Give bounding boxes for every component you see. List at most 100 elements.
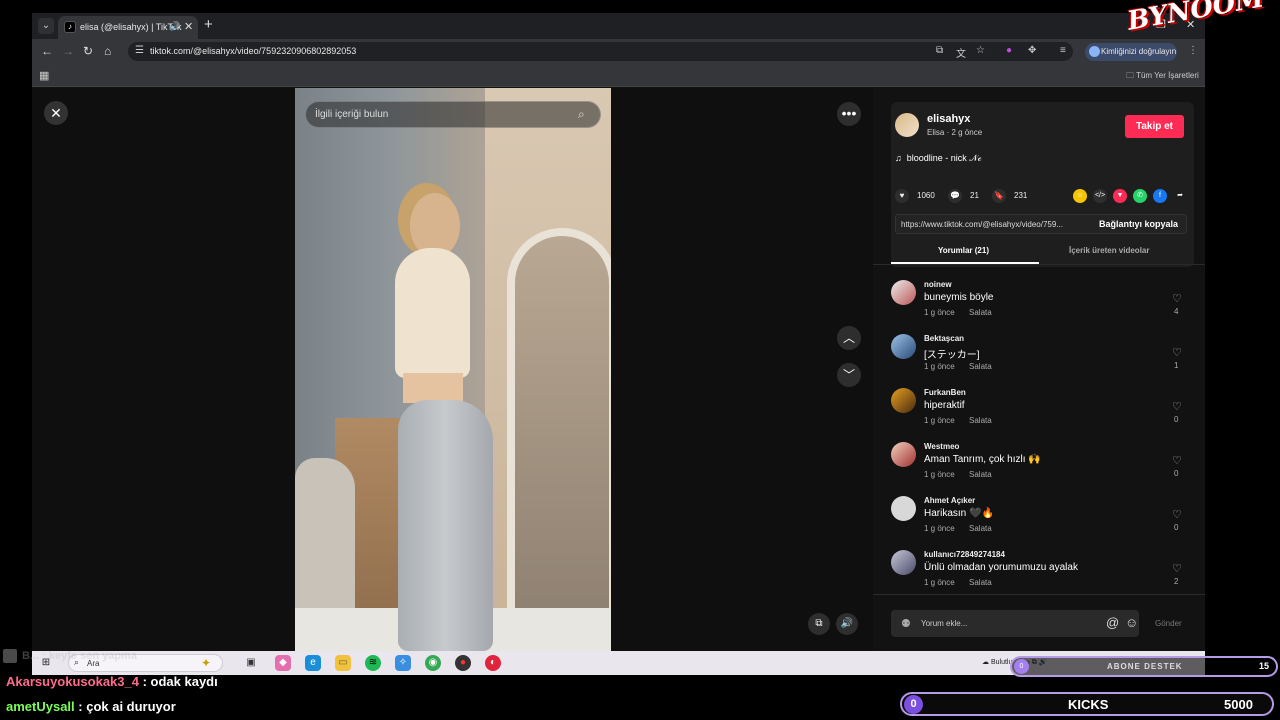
- comment-text: Ünlü olmadan yorumumuzu ayalak: [924, 562, 1078, 573]
- edge-icon[interactable]: e: [305, 655, 321, 671]
- comment-input[interactable]: ⚉ Yorum ekle... @ ☺: [891, 610, 1139, 637]
- heart-icon[interactable]: ♡: [1172, 454, 1182, 467]
- comment-input-placeholder: Yorum ekle...: [921, 619, 968, 628]
- comment-time: 1 g önce: [924, 416, 955, 425]
- floating-player-icon[interactable]: ⧉: [808, 613, 830, 635]
- chat-ghost-text: B... : keyfe sen yapma: [22, 650, 137, 662]
- embed-icon[interactable]: </>: [1093, 189, 1107, 203]
- video-frame[interactable]: İlgili içeriği bulun ⌕: [295, 88, 611, 651]
- mention-icon[interactable]: @: [1106, 615, 1119, 630]
- extensions-puzzle-icon[interactable]: ✥: [1028, 45, 1036, 56]
- home-icon[interactable]: ⌂: [104, 44, 111, 58]
- send-button[interactable]: Gönder: [1155, 619, 1182, 628]
- heart-icon[interactable]: ♡: [1172, 562, 1182, 575]
- apps-grid-icon[interactable]: ▦: [39, 69, 49, 82]
- back-icon[interactable]: ←: [41, 44, 53, 58]
- reply-link[interactable]: Salata: [969, 416, 992, 425]
- facebook-icon[interactable]: f: [1153, 189, 1167, 203]
- obs-icon[interactable]: ●: [455, 655, 471, 671]
- copilot-icon[interactable]: ◆: [275, 655, 291, 671]
- tab-search-icon[interactable]: ⌄: [38, 18, 54, 34]
- comment-like-count: 0: [1174, 415, 1179, 424]
- comment-user[interactable]: Bektaşcan: [924, 334, 964, 343]
- post-username[interactable]: elisahyx: [927, 113, 970, 125]
- comment-text: hiperaktif: [924, 400, 965, 411]
- comment-user[interactable]: FurkanBen: [924, 388, 966, 397]
- tab-title: elisa (@elisahyx) | TikTok: [80, 22, 182, 32]
- comment-button[interactable]: 💬 21: [948, 189, 979, 203]
- spotify-icon[interactable]: ≋: [365, 655, 381, 671]
- whatsapp-icon[interactable]: ✆: [1133, 189, 1147, 203]
- save-button[interactable]: 🔖 231: [992, 189, 1027, 203]
- reload-icon[interactable]: ↻: [83, 44, 93, 58]
- comment-user[interactable]: noinew: [924, 280, 952, 289]
- comment-text: Harikasın 🖤🔥: [924, 508, 994, 519]
- install-icon[interactable]: ⧉: [936, 45, 943, 56]
- file-explorer-icon[interactable]: ▭: [335, 655, 351, 671]
- previous-video-icon[interactable]: ︿: [837, 326, 861, 350]
- music-link[interactable]: ♫ bloodline - nick 𝒩𝒸: [895, 153, 982, 164]
- next-video-icon[interactable]: ﹀: [837, 363, 861, 387]
- subscriber-goal-bar: 0 ABONE DESTEK 15: [1010, 656, 1278, 677]
- comment-user[interactable]: kullanıcı72849274184: [924, 550, 1005, 559]
- video-scene-torso: [395, 248, 470, 378]
- forward-icon[interactable]: →: [62, 44, 74, 58]
- emoji-icon[interactable]: ☺: [1125, 615, 1138, 630]
- reply-link[interactable]: Salata: [969, 524, 992, 533]
- all-bookmarks[interactable]: 🗀 Tüm Yer İşaretleri: [1126, 70, 1199, 84]
- heart-icon[interactable]: ♡: [1172, 292, 1182, 305]
- follow-button[interactable]: Takip et: [1125, 115, 1184, 138]
- comment-text: [ステッカー]: [924, 350, 980, 361]
- bookmark-star-icon[interactable]: ☆: [976, 45, 985, 56]
- volume-icon[interactable]: 🔊: [836, 613, 858, 635]
- audio-icon[interactable]: 🔊: [169, 21, 180, 32]
- related-search-input[interactable]: İlgili içeriği bulun ⌕: [305, 101, 601, 128]
- avatar[interactable]: [891, 334, 916, 359]
- reply-link[interactable]: Salata: [969, 578, 992, 587]
- comment-user[interactable]: Ahmet Açıker: [924, 496, 975, 505]
- sticker-icon[interactable]: ⚉: [901, 617, 911, 630]
- share-link-box[interactable]: https://www.tiktok.com/@elisahyx/video/7…: [895, 214, 1187, 234]
- media-control-icon[interactable]: ≡: [1060, 45, 1066, 56]
- tab-creator-videos[interactable]: İçerik üreten videolar: [1069, 246, 1149, 255]
- more-options-icon[interactable]: •••: [837, 102, 861, 126]
- task-view-icon[interactable]: ▣: [243, 655, 259, 671]
- avatar[interactable]: [891, 550, 916, 575]
- chrome-icon[interactable]: ◉: [425, 655, 441, 671]
- translate-icon[interactable]: 文: [956, 45, 966, 60]
- friends-share-icon[interactable]: ☺: [1073, 189, 1087, 203]
- like-count: 1060: [917, 191, 935, 201]
- search-icon[interactable]: ⌕: [578, 107, 585, 122]
- avatar[interactable]: [891, 496, 916, 521]
- menu-kebab-icon[interactable]: ⋮: [1188, 45, 1198, 56]
- comment-user[interactable]: Westmeo: [924, 442, 959, 451]
- address-bar[interactable]: ☰ tiktok.com/@elisahyx/video/75923209068…: [128, 42, 1073, 61]
- heart-icon[interactable]: ♡: [1172, 346, 1182, 359]
- avatar[interactable]: [891, 388, 916, 413]
- send-icon[interactable]: ▼: [1113, 189, 1127, 203]
- kicks-goal-label: KICKS: [1068, 697, 1109, 712]
- tab-tiktok[interactable]: ♪ elisa (@elisahyx) | TikTok 🔊 ✕: [58, 16, 198, 39]
- share-arrow-icon[interactable]: ➦: [1173, 189, 1187, 203]
- heart-icon[interactable]: ♡: [1172, 508, 1182, 521]
- close-tab-icon[interactable]: ✕: [184, 20, 193, 33]
- avatar[interactable]: [891, 280, 916, 305]
- heart-icon[interactable]: ♡: [1172, 400, 1182, 413]
- new-tab-button[interactable]: +: [204, 16, 213, 33]
- like-button[interactable]: ♥ 1060: [895, 189, 935, 203]
- site-info-icon[interactable]: ☰: [135, 45, 144, 56]
- reply-link[interactable]: Salata: [969, 308, 992, 317]
- all-bookmarks-label: Tüm Yer İşaretleri: [1136, 71, 1199, 80]
- close-video-button[interactable]: ✕: [44, 101, 68, 125]
- reply-link[interactable]: Salata: [969, 362, 992, 371]
- tab-comments[interactable]: Yorumlar (21): [938, 246, 989, 255]
- comment-item: Westmeo Aman Tanrım, çok hızlı 🙌 1 g önc…: [891, 442, 1191, 496]
- avatar[interactable]: [895, 113, 919, 137]
- reply-link[interactable]: Salata: [969, 470, 992, 479]
- folder-icon: 🗀: [1126, 71, 1137, 80]
- avatar[interactable]: [891, 442, 916, 467]
- record-app-icon[interactable]: ◐: [485, 655, 501, 671]
- copy-link-button[interactable]: Bağlantıyı kopyala: [1099, 219, 1178, 229]
- app-icon[interactable]: ✧: [395, 655, 411, 671]
- extension-icon[interactable]: ●: [1006, 45, 1012, 56]
